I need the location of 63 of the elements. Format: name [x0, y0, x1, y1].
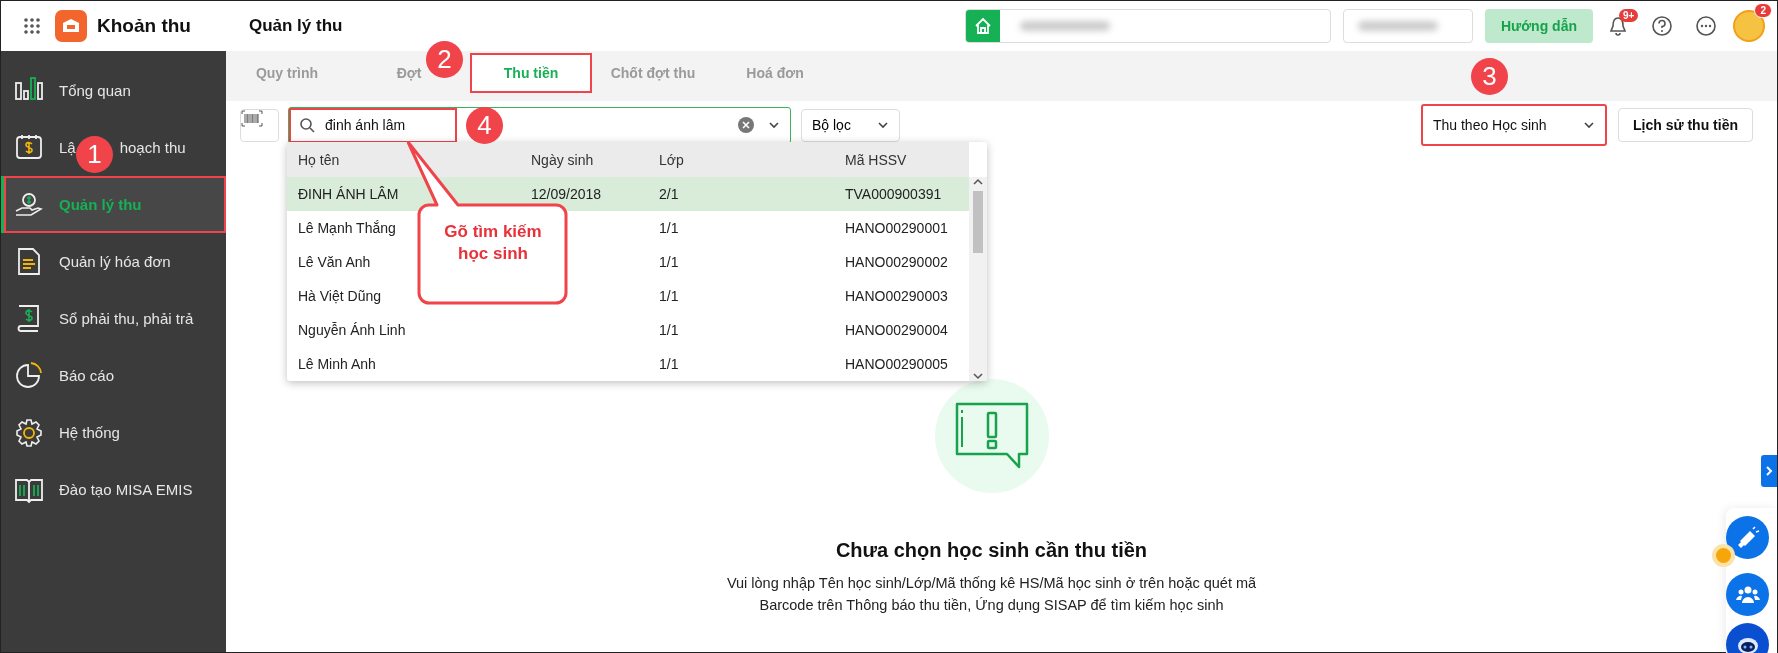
sidebar-item[interactable]: Đào tạo MISA EMIS — [59, 481, 193, 498]
column-header: Mã HSSV — [845, 151, 907, 168]
scrollbar-thumb[interactable] — [973, 191, 983, 253]
search-input[interactable]: đinh ánh lâm — [323, 116, 447, 134]
table-cell: 1/1 — [659, 322, 679, 338]
scrollbar[interactable] — [969, 177, 987, 381]
sidebar-item[interactable]: Lậ — [59, 139, 76, 156]
table-cell: 2/1 — [659, 186, 679, 202]
table-cell: HANO00290001 — [845, 220, 948, 236]
column-header: Lớp — [659, 151, 684, 168]
gear-icon — [13, 416, 45, 449]
column-header: Ngày sinh — [531, 151, 594, 168]
expand-panel-button[interactable] — [1761, 455, 1777, 487]
search-icon — [299, 117, 315, 133]
sidebar-item[interactable]: Tổng quan — [59, 82, 131, 99]
chevron-down-icon — [877, 119, 889, 131]
sidebar-item[interactable]: Sổ phải thu, phải trả — [59, 310, 194, 327]
apps-menu-icon[interactable] — [23, 17, 41, 35]
chevron-down-icon — [1582, 119, 1595, 131]
table-cell: 1/1 — [659, 356, 679, 372]
table-cell: 1/1 — [659, 254, 679, 270]
table-cell[interactable]: Lê Văn Anh — [298, 254, 371, 270]
barcode-scan-icon[interactable] — [240, 108, 279, 142]
school-field[interactable] — [964, 9, 1331, 43]
app-logo-icon — [55, 10, 87, 42]
chevron-down-icon — [768, 119, 780, 131]
table-cell: 1/1 — [659, 288, 679, 304]
table-cell[interactable]: Hà Việt Dũng — [298, 288, 381, 304]
help-icon[interactable] — [1651, 15, 1673, 37]
student-row[interactable]: ĐINH ÁNH LÂM 12/09/2018 2/1 TVA000900391 — [287, 177, 969, 211]
table-cell: HANO00290002 — [845, 254, 948, 270]
sidebar-item-label: Quản lý thu — [59, 196, 142, 213]
table-cell[interactable]: Lê Minh Anh — [298, 356, 376, 372]
empty-state-title: Chưa chọn học sinh cần thu tiền — [835, 539, 1148, 562]
table-cell[interactable]: Nguyễn Ánh Linh — [298, 322, 406, 338]
notification-count: 9+ — [1619, 9, 1639, 22]
avatar-badge: 2 — [1754, 3, 1772, 18]
sidebar-item[interactable]: Báo cáo — [59, 367, 115, 384]
filter-button[interactable]: Bộ lọc — [801, 108, 900, 142]
page-title: Quản lý thu — [248, 16, 343, 36]
collection-mode-select[interactable]: Thu theo Học sinh — [1420, 104, 1607, 146]
table-cell: HANO00290004 — [845, 322, 948, 338]
table-cell: TVA000900391 — [845, 186, 942, 202]
table-cell[interactable]: ĐINH ÁNH LÂM — [298, 186, 399, 202]
sidebar-item[interactable]: hoạch thu — [119, 139, 186, 156]
scroll-up-icon[interactable] — [972, 177, 984, 187]
table-cell: HANO00290005 — [845, 356, 948, 372]
table-cell: 12/09/2018 — [531, 186, 602, 202]
clear-icon[interactable] — [738, 117, 754, 133]
app-title: Khoản thu — [97, 15, 191, 37]
table-cell: HANO00290003 — [845, 288, 948, 304]
chevron-right-icon — [1765, 466, 1773, 476]
table-cell[interactable]: Lê Mạnh Thắng — [298, 220, 396, 236]
column-header: Họ tên — [298, 151, 340, 168]
table-cell: 1/1 — [659, 220, 679, 236]
payment-history-button[interactable]: Lịch sử thu tiền — [1617, 108, 1753, 142]
empty-state-text: Vui lòng nhập Tên học sinh/Lớp/Mã thống kê HS/Mã học sinh ở trên hoặc quét mã Barcode trên Thông báo thu tiền, Ứng dụng SISAP để tìm kiếm học sinh — [726, 574, 1257, 615]
speech-bubble-alert-icon — [953, 401, 1030, 471]
search-text-box[interactable]: đinh ánh lâm — [289, 107, 457, 143]
more-options-icon[interactable] — [1695, 15, 1717, 37]
sidebar-item[interactable]: Quản lý hóa đơn — [59, 253, 171, 270]
sidebar-item[interactable]: Hệ thống — [59, 424, 120, 441]
scroll-down-icon[interactable] — [972, 371, 984, 381]
